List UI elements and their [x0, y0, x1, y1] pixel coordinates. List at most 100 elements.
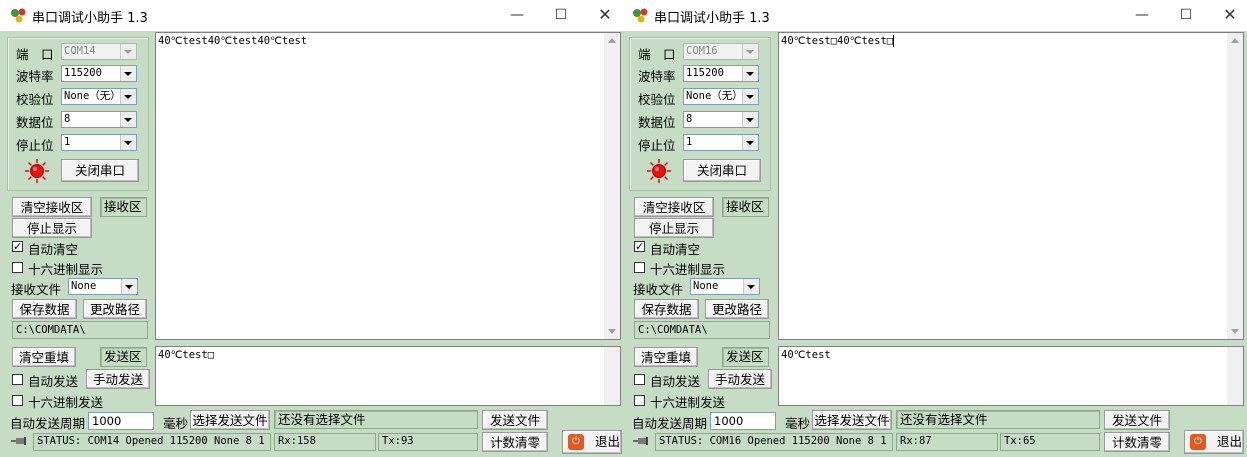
- scroll-up-icon[interactable]: [608, 38, 616, 43]
- baud-select[interactable]: 115200: [683, 65, 759, 82]
- databits-select[interactable]: 8: [61, 111, 137, 128]
- receive-textarea[interactable]: 40℃test40℃test40℃test: [155, 32, 621, 340]
- auto-clear-label: 自动清空: [650, 242, 701, 257]
- receive-file-label: 接收文件: [11, 282, 62, 297]
- exit-label: 退出: [595, 434, 621, 449]
- maximize-icon[interactable]: ☐: [546, 5, 576, 25]
- send-textarea[interactable]: 40℃test: [778, 346, 1244, 406]
- choose-send-file-button[interactable]: 选择发送文件: [812, 410, 892, 430]
- close-port-button[interactable]: 关闭串口: [61, 159, 139, 182]
- receive-file-value: None: [71, 280, 97, 292]
- stop-display-button[interactable]: 停止显示: [634, 218, 714, 238]
- choose-send-file-button[interactable]: 选择发送文件: [190, 410, 270, 430]
- close-port-button[interactable]: 关闭串口: [683, 159, 761, 182]
- hex-display-checkbox[interactable]: [12, 262, 23, 273]
- change-path-button[interactable]: 更改路径: [705, 299, 769, 319]
- parity-value: None（无）: [686, 90, 743, 102]
- send-file-button[interactable]: 发送文件: [482, 410, 548, 430]
- exit-label: 退出: [1217, 434, 1243, 449]
- chevron-down-icon: [120, 89, 136, 104]
- auto-clear-checkbox[interactable]: ✓: [12, 241, 23, 252]
- chevron-down-icon: [742, 44, 758, 59]
- scroll-down-icon[interactable]: [608, 329, 616, 334]
- stop-display-button[interactable]: 停止显示: [12, 218, 92, 238]
- auto-send-label: 自动发送: [28, 374, 79, 389]
- reset-count-button[interactable]: 计数清零: [1104, 432, 1170, 452]
- clear-send-button[interactable]: 清空重填: [634, 347, 698, 367]
- hex-display-checkbox[interactable]: [634, 262, 645, 273]
- port-status-led-icon: [647, 159, 671, 183]
- baud-select[interactable]: 115200: [61, 65, 137, 82]
- manual-send-button[interactable]: 手动发送: [86, 369, 150, 389]
- clear-send-button[interactable]: 清空重填: [12, 347, 76, 367]
- hex-display-label: 十六进制显示: [650, 262, 726, 277]
- chevron-down-icon: [742, 112, 758, 127]
- receive-area-label: 接收区: [722, 197, 769, 217]
- power-icon: ⏻: [568, 434, 584, 450]
- pin-icon[interactable]: [11, 435, 29, 447]
- databits-value: 8: [686, 113, 693, 125]
- databits-select[interactable]: 8: [683, 111, 759, 128]
- baud-label: 波特率: [16, 69, 54, 84]
- parity-select[interactable]: None（无）: [683, 88, 759, 105]
- scroll-up-icon[interactable]: [1231, 38, 1239, 43]
- close-icon[interactable]: ✕: [1215, 5, 1245, 25]
- port-value: COM16: [686, 45, 718, 57]
- maximize-icon[interactable]: ☐: [1171, 5, 1201, 25]
- save-path-field: C:\COMDATA\: [634, 321, 770, 339]
- hex-send-checkbox[interactable]: [634, 395, 645, 406]
- window-title: 串口调试小助手 1.3: [32, 11, 148, 26]
- close-icon[interactable]: ✕: [590, 5, 620, 25]
- auto-clear-checkbox[interactable]: ✓: [634, 241, 645, 252]
- chevron-down-icon: [120, 112, 136, 127]
- auto-send-period-input[interactable]: 1000: [88, 412, 154, 430]
- send-scrollbar[interactable]: [1227, 347, 1243, 405]
- chevron-down-icon: [120, 135, 136, 150]
- selected-file-status: 还没有选择文件: [896, 410, 1100, 429]
- tx-count: Tx:93: [378, 433, 478, 451]
- chevron-down-icon: [743, 279, 759, 294]
- receive-content: 40℃test40℃test40℃test: [158, 35, 308, 47]
- manual-send-button[interactable]: 手动发送: [708, 369, 772, 389]
- minimize-icon[interactable]: —: [1127, 5, 1157, 25]
- pin-icon[interactable]: [633, 435, 651, 447]
- title-bar[interactable]: 串口调试小助手 1.3 — ☐ ✕: [0, 0, 622, 31]
- port-label: 端 口: [638, 47, 676, 62]
- stopbits-label: 停止位: [638, 138, 676, 153]
- receive-file-select[interactable]: None: [690, 278, 760, 295]
- receive-file-select[interactable]: None: [68, 278, 138, 295]
- send-scrollbar[interactable]: [604, 347, 620, 405]
- change-path-button[interactable]: 更改路径: [83, 299, 147, 319]
- clear-receive-button[interactable]: 清空接收区: [12, 197, 92, 217]
- stopbits-value: 1: [686, 136, 693, 148]
- clear-receive-button[interactable]: 清空接收区: [634, 197, 714, 217]
- scroll-down-icon[interactable]: [1231, 329, 1239, 334]
- stopbits-select[interactable]: 1: [683, 134, 759, 151]
- hex-send-label: 十六进制发送: [28, 395, 104, 410]
- receive-file-label: 接收文件: [633, 282, 684, 297]
- send-textarea[interactable]: 40℃test□: [155, 346, 621, 406]
- auto-send-checkbox[interactable]: [634, 374, 645, 385]
- exit-button[interactable]: ⏻ 退出: [562, 430, 622, 454]
- save-data-button[interactable]: 保存数据: [12, 299, 77, 319]
- hex-send-checkbox[interactable]: [12, 395, 23, 406]
- auto-send-period-label: 自动发送周期: [10, 416, 86, 431]
- minimize-icon[interactable]: —: [502, 5, 532, 25]
- receive-scrollbar[interactable]: [1227, 33, 1243, 339]
- receive-scrollbar[interactable]: [604, 33, 620, 339]
- title-bar[interactable]: 串口调试小助手 1.3 — ☐ ✕: [622, 0, 1247, 31]
- port-select[interactable]: COM16: [683, 43, 759, 60]
- auto-send-checkbox[interactable]: [12, 374, 23, 385]
- receive-area-label: 接收区: [100, 197, 147, 217]
- exit-button[interactable]: ⏻ 退出: [1184, 430, 1244, 454]
- parity-select[interactable]: None（无）: [61, 88, 137, 105]
- port-select[interactable]: COM14: [61, 43, 137, 60]
- auto-send-period-input[interactable]: 1000: [710, 412, 776, 430]
- receive-textarea[interactable]: 40℃test□40℃test□: [778, 32, 1244, 340]
- save-data-button[interactable]: 保存数据: [634, 299, 699, 319]
- serial-assistant-window: 串口调试小助手 1.3 — ☐ ✕ 端 口 COM14 波特率 115200 校…: [0, 0, 622, 457]
- parity-value: None（无）: [64, 90, 121, 102]
- reset-count-button[interactable]: 计数清零: [482, 432, 548, 452]
- stopbits-select[interactable]: 1: [61, 134, 137, 151]
- send-file-button[interactable]: 发送文件: [1104, 410, 1170, 430]
